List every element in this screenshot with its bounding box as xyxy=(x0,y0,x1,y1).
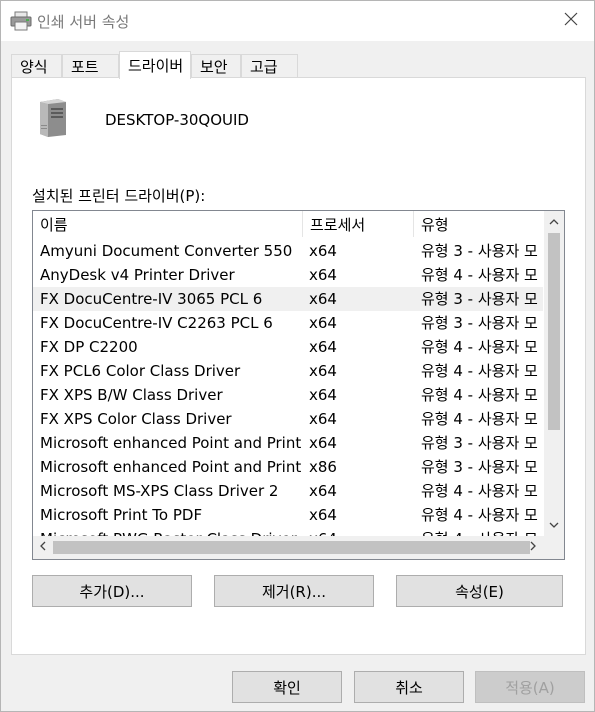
driver-type-cell: 유형 3 - 사용자 모 xyxy=(421,314,538,332)
installed-drivers-label: 설치된 프린터 드라이버(P): xyxy=(32,187,206,205)
column-header-type[interactable]: 유형 xyxy=(414,211,543,237)
driver-processor-cell: x64 xyxy=(309,410,337,428)
driver-name-cell: Amyuni Document Converter 550 xyxy=(40,242,293,260)
scroll-down-button[interactable] xyxy=(544,514,564,534)
print-server-properties-dialog: 인쇄 서버 속성 양식 포트 드라이버 보안 고급 DESKTOP-30QOUI… xyxy=(0,0,595,712)
add-driver-button[interactable]: 추가(D)... xyxy=(32,575,192,607)
vertical-scroll-thumb[interactable] xyxy=(548,233,560,430)
driver-processor-cell: x64 xyxy=(309,527,409,536)
chevron-down-icon xyxy=(549,518,559,531)
column-header-name[interactable]: 이름 xyxy=(33,211,303,237)
driver-name-cell: Microsoft Print To PDF xyxy=(40,506,203,524)
title-bar: 인쇄 서버 속성 xyxy=(1,1,594,41)
driver-processor-cell: x64 xyxy=(309,434,337,452)
driver-processor-cell: x64 xyxy=(309,242,337,260)
driver-name-cell: FX PCL6 Color Class Driver xyxy=(40,362,241,380)
driver-name-cell: FX DocuCentre-IV C2263 PCL 6 xyxy=(40,314,273,332)
scroll-right-button[interactable] xyxy=(523,536,543,559)
tab-security[interactable]: 보안 xyxy=(191,54,241,78)
driver-type-cell: 유형 4 - 사용자 모 xyxy=(421,410,538,428)
table-row[interactable]: FX PCL6 Color Class Driver x64 유형 4 - 사용자 … xyxy=(33,359,543,383)
driver-type-cell: 유형 4 - 사용자 모 xyxy=(421,266,538,284)
driver-processor-cell: x64 xyxy=(309,506,337,524)
driver-processor-cell: x64 xyxy=(309,266,337,284)
driver-name-cell: FX DP C2200 xyxy=(40,338,138,356)
window-title: 인쇄 서버 속성 xyxy=(37,13,130,31)
driver-processor-cell: x64 xyxy=(309,338,337,356)
driver-processor-cell: x64 xyxy=(309,290,337,308)
chevron-up-icon xyxy=(549,215,559,228)
driver-type-cell: 유형 4 - 사용자 모 xyxy=(421,362,538,380)
cancel-button[interactable]: 취소 xyxy=(354,671,464,703)
table-row[interactable]: FX XPS Color Class Driver x64 유형 4 - 사용자 모 xyxy=(33,407,543,431)
vertical-scrollbar[interactable] xyxy=(544,211,564,536)
close-button[interactable] xyxy=(548,1,594,41)
driver-name-cell: FX XPS Color Class Driver xyxy=(40,410,232,428)
ok-button[interactable]: 확인 xyxy=(232,671,342,703)
driver-type-cell: 유형 3 - 사용자 모 xyxy=(421,434,538,452)
printer-icon xyxy=(10,11,32,31)
driver-processor-cell: x64 xyxy=(309,362,337,380)
table-row[interactable]: Microsoft enhanced Point and Print ... x6… xyxy=(33,431,543,455)
tab-drivers[interactable]: 드라이버 xyxy=(119,51,191,79)
apply-button[interactable]: 적용(A) xyxy=(475,671,585,703)
driver-name-cell: AnyDesk v4 Printer Driver xyxy=(40,266,235,284)
table-row[interactable]: Microsoft Print To PDF x64 유형 4 - 사용자 모 xyxy=(33,503,543,527)
drivers-tab-panel: DESKTOP-30QOUID 설치된 프린터 드라이버(P): 이름 프로세서… xyxy=(11,77,586,655)
driver-name-cell: FX DocuCentre-IV 3065 PCL 6 xyxy=(40,290,263,308)
chevron-right-icon xyxy=(530,541,536,554)
driver-type-cell: 유형 3 - 사용자 모 xyxy=(421,242,538,260)
driver-processor-cell: x86 xyxy=(309,458,337,476)
driver-rows: Amyuni Document Converter 550 x64 유형 3 - 사… xyxy=(33,239,543,536)
table-row[interactable]: FX DP C2200 x64 유형 4 - 사용자 모 xyxy=(33,335,543,359)
table-row[interactable]: AnyDesk v4 Printer Driver x64 유형 4 - 사용자 모 xyxy=(33,263,543,287)
driver-type-cell: 유형 4 - 사용자 모 xyxy=(421,338,538,356)
driver-type-cell: 유형 4 - 사용자 모 xyxy=(421,527,543,536)
horizontal-scrollbar[interactable] xyxy=(33,536,564,559)
driver-name-cell: Microsoft PWG Raster Class Driver xyxy=(40,527,302,536)
table-row[interactable]: FX XPS B/W Class Driver x64 유형 4 - 사용자 모 xyxy=(33,383,543,407)
scroll-left-button[interactable] xyxy=(33,536,53,559)
table-row[interactable]: Microsoft enhanced Point and Print ... x8… xyxy=(33,455,543,479)
list-header: 이름 프로세서 유형 xyxy=(33,211,543,237)
table-row[interactable]: FX DocuCentre-IV C2263 PCL 6 x64 유형 3 - 사용… xyxy=(33,311,543,335)
column-header-processor[interactable]: 프로세서 xyxy=(303,211,414,237)
driver-type-cell: 유형 4 - 사용자 모 xyxy=(421,506,538,524)
driver-processor-cell: x64 xyxy=(309,482,337,500)
horizontal-scroll-thumb[interactable] xyxy=(53,541,530,554)
tab-ports[interactable]: 포트 xyxy=(62,54,119,78)
table-row[interactable]: FX DocuCentre-IV 3065 PCL 6 x64 유형 3 - 사용자… xyxy=(33,287,543,311)
driver-type-cell: 유형 4 - 사용자 모 xyxy=(421,386,538,404)
driver-processor-cell: x64 xyxy=(309,314,337,332)
table-row[interactable]: Amyuni Document Converter 550 x64 유형 3 - 사… xyxy=(33,239,543,263)
driver-name-cell: Microsoft enhanced Point and Print ... xyxy=(40,434,302,452)
server-tower-icon xyxy=(38,97,68,137)
tab-forms[interactable]: 양식 xyxy=(11,54,62,78)
tab-advanced[interactable]: 고급 xyxy=(241,54,298,78)
table-row[interactable]: Microsoft PWG Raster Class Driver x64 유형 4… xyxy=(33,527,543,536)
driver-type-cell: 유형 3 - 사용자 모 xyxy=(421,290,538,308)
remove-driver-button[interactable]: 제거(R)... xyxy=(214,575,374,607)
scroll-up-button[interactable] xyxy=(544,211,564,231)
drivers-listview[interactable]: 이름 프로세서 유형 Amyuni Document Converter 550… xyxy=(32,210,565,560)
driver-type-cell: 유형 4 - 사용자 모 xyxy=(421,482,538,500)
chevron-left-icon xyxy=(40,541,46,554)
driver-name-cell: Microsoft enhanced Point and Print ... xyxy=(40,458,302,476)
driver-properties-button[interactable]: 속성(E) xyxy=(396,575,563,607)
driver-processor-cell: x64 xyxy=(309,386,337,404)
server-name: DESKTOP-30QOUID xyxy=(105,111,249,129)
table-row[interactable]: Microsoft MS-XPS Class Driver 2 x64 유형 4 -… xyxy=(33,479,543,503)
driver-name-cell: Microsoft MS-XPS Class Driver 2 xyxy=(40,482,279,500)
driver-name-cell: FX XPS B/W Class Driver xyxy=(40,386,223,404)
driver-type-cell: 유형 3 - 사용자 모 xyxy=(421,458,538,476)
close-icon xyxy=(564,12,578,30)
